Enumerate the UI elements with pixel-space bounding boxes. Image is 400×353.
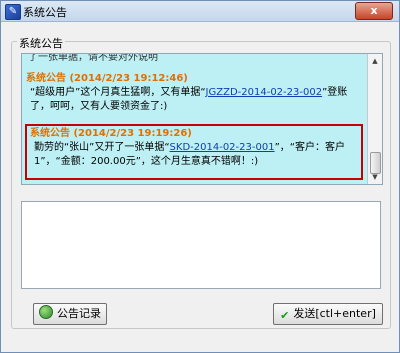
group-title: 系统公告 bbox=[17, 35, 65, 51]
globe-icon bbox=[39, 305, 53, 319]
message-input-area[interactable] bbox=[21, 201, 381, 289]
partial-message-line: 了一张单据，请不要对外说明 bbox=[28, 53, 158, 63]
checkmark-icon: ✔ bbox=[280, 309, 290, 322]
records-button-label: 公告记录 bbox=[57, 307, 101, 320]
announcement-feed[interactable]: 了一张单据，请不要对外说明 系统公告 (2014/2/23 19:12:46) … bbox=[21, 53, 383, 185]
message-body: “超级用户”这个月真生猛啊，又有单据“JGZZD-2014-02-23-002”… bbox=[26, 86, 362, 114]
notice-window: ✎ 系统公告 x 系统公告 了一张单据，请不要对外说明 系统公告 (2014/2… bbox=[0, 0, 400, 353]
message-body: 勤劳的“张山”又开了一张单据“SKD-2014-02-23-001”，“客户：客… bbox=[30, 141, 358, 169]
scroll-down-arrow-icon[interactable]: ▼ bbox=[369, 171, 381, 183]
send-button-label: 发送[ctl+enter] bbox=[293, 307, 376, 320]
document-link[interactable]: SKD-2014-02-23-001 bbox=[170, 142, 275, 153]
message-text: 勤劳的“张山”又开了一张单据“ bbox=[34, 142, 170, 153]
message-text: “超级用户”这个月真生猛啊，又有单据“ bbox=[30, 87, 206, 98]
document-link[interactable]: JGZZD-2014-02-23-002 bbox=[206, 87, 323, 98]
scroll-up-arrow-icon[interactable]: ▲ bbox=[369, 55, 381, 67]
window-title: 系统公告 bbox=[23, 6, 67, 19]
highlighted-announcement-message: 系统公告 (2014/2/23 19:19:26) 勤劳的“张山”又开了一张单据… bbox=[25, 124, 363, 180]
app-icon: ✎ bbox=[5, 4, 21, 20]
close-button[interactable]: x bbox=[355, 2, 393, 20]
notice-records-button[interactable]: 公告记录 bbox=[33, 303, 107, 325]
announcement-message: 系统公告 (2014/2/23 19:12:46) “超级用户”这个月真生猛啊，… bbox=[26, 72, 362, 114]
title-bar: ✎ 系统公告 x bbox=[1, 1, 399, 22]
feed-scrollbar[interactable]: ▲ ▼ bbox=[367, 54, 382, 184]
send-button[interactable]: ✔ 发送[ctl+enter] bbox=[273, 303, 383, 325]
message-header: 系统公告 (2014/2/23 19:12:46) bbox=[26, 73, 188, 84]
message-header: 系统公告 (2014/2/23 19:19:26) bbox=[30, 128, 192, 139]
